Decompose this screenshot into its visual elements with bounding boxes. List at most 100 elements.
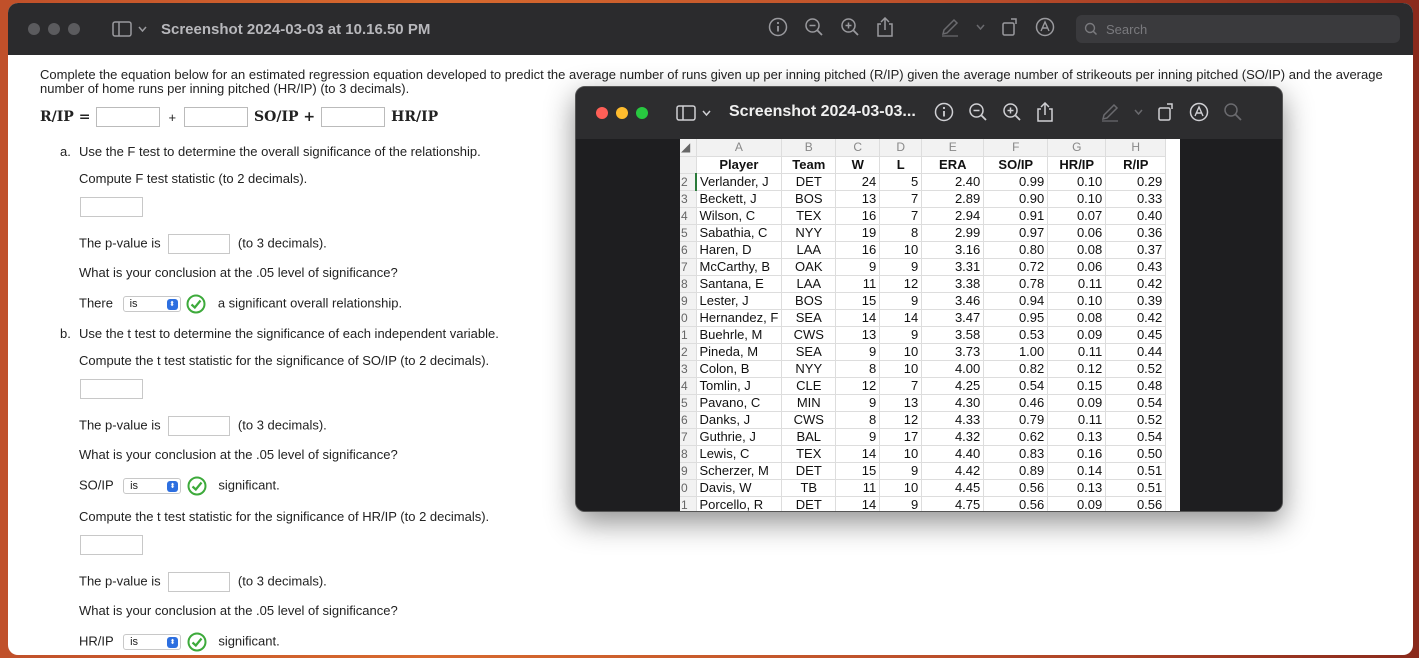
- info-icon[interactable]: [934, 102, 954, 122]
- hr-ip-compute-text: Compute the t test statistic for the sig…: [79, 509, 490, 524]
- table-cell: 9: [835, 394, 881, 412]
- overall-is-select[interactable]: is ⬍: [122, 296, 181, 312]
- so-ip-compute-text: Compute the t test statistic for the sig…: [79, 353, 490, 368]
- so-ip-coefficient-input[interactable]: [184, 107, 249, 127]
- search-input[interactable]: [1106, 21, 1386, 37]
- row-number: 1: [680, 326, 697, 344]
- table-cell: 0.54: [1105, 428, 1167, 446]
- info-icon[interactable]: [768, 17, 788, 37]
- table-cell: 0.40: [1105, 207, 1167, 225]
- toolbar: [768, 17, 1055, 37]
- significant-text: significant.: [218, 633, 280, 649]
- there-label: There: [79, 295, 113, 311]
- significant-text: significant.: [218, 477, 280, 493]
- pvalue-suffix: (to 3 decimals).: [237, 235, 327, 251]
- table-cell: 9: [879, 258, 923, 276]
- hr-ip-t-statistic-input[interactable]: [80, 535, 143, 555]
- conclusion-question: What is your conclusion at the .05 level…: [79, 265, 398, 280]
- pvalue-suffix: (to 3 decimals).: [237, 573, 327, 589]
- so-ip-t-statistic-input[interactable]: [80, 379, 143, 399]
- column-header: R/IP: [1105, 156, 1167, 174]
- column-header: ERA: [921, 156, 985, 174]
- table-cell: LAA: [781, 275, 837, 293]
- close-button[interactable]: [28, 23, 40, 35]
- zoom-out-icon[interactable]: [804, 17, 824, 37]
- zoom-button[interactable]: [68, 23, 80, 35]
- markup-pen-icon[interactable]: [1100, 102, 1120, 122]
- row-number: 7: [680, 428, 697, 446]
- row-number: 4: [680, 207, 697, 225]
- hr-ip-coefficient-input[interactable]: [321, 107, 386, 127]
- so-ip-pvalue-input[interactable]: [168, 416, 231, 436]
- chevron-down-icon[interactable]: [1134, 109, 1143, 115]
- hr-ip-is-select[interactable]: is ⬍: [123, 634, 182, 650]
- table-cell: 0.44: [1105, 343, 1167, 361]
- table-cell: 15: [835, 292, 881, 310]
- floating-preview-window[interactable]: Screenshot 2024-03-03... ◢ A B C D E F G…: [575, 86, 1283, 512]
- column-letter: G: [1047, 139, 1107, 157]
- zoom-in-icon[interactable]: [840, 17, 860, 37]
- sidebar-toggle-button[interactable]: [112, 21, 147, 37]
- table-cell: 0.80: [983, 241, 1049, 259]
- markup-pen-icon[interactable]: [940, 17, 960, 37]
- minimize-button[interactable]: [48, 23, 60, 35]
- chevron-down-icon: [702, 110, 711, 116]
- table-cell: 9: [835, 428, 881, 446]
- table-cell: 4.30: [921, 394, 985, 412]
- intercept-input[interactable]: [96, 107, 161, 127]
- hr-ip-pvalue-input[interactable]: [168, 572, 231, 592]
- hr-ip-conclusion-row: HR/IP is ⬍ significant.: [79, 632, 280, 652]
- so-ip-is-select[interactable]: is ⬍: [123, 478, 182, 494]
- f-statistic-input[interactable]: [80, 197, 143, 217]
- zoom-in-icon[interactable]: [1002, 102, 1022, 122]
- share-icon[interactable]: [1036, 102, 1054, 122]
- share-icon[interactable]: [876, 17, 894, 37]
- table-cell: 0.12: [1047, 360, 1107, 378]
- minimize-button[interactable]: [616, 107, 628, 119]
- table-cell: CWS: [781, 326, 837, 344]
- select-value: is: [129, 298, 138, 310]
- f-pvalue-input[interactable]: [168, 234, 231, 254]
- preview-image-area: ◢ A B C D E F G H Player Team W L ERA SO…: [576, 139, 1282, 511]
- rotate-icon[interactable]: [1001, 17, 1019, 37]
- main-titlebar: Screenshot 2024-03-03 at 10.16.50 PM: [8, 3, 1413, 55]
- table-cell: 3.47: [921, 309, 985, 327]
- rotate-icon[interactable]: [1157, 102, 1175, 122]
- table-cell: 0.11: [1047, 411, 1107, 429]
- chevron-down-icon[interactable]: [976, 24, 985, 30]
- markup-icon[interactable]: [1189, 102, 1209, 122]
- zoom-out-icon[interactable]: [968, 102, 988, 122]
- search-icon[interactable]: [1223, 102, 1243, 122]
- markup-icon[interactable]: [1035, 17, 1055, 37]
- table-cell: 0.51: [1105, 462, 1167, 480]
- table-cell: 8: [879, 224, 923, 242]
- table-cell: 0.89: [983, 462, 1049, 480]
- table-cell: DET: [781, 173, 837, 191]
- table-cell: 10: [879, 445, 923, 463]
- check-icon: [187, 632, 207, 652]
- search-field[interactable]: [1076, 15, 1400, 43]
- preview-title: Screenshot 2024-03-03...: [729, 103, 916, 120]
- row-number: 6: [680, 411, 697, 429]
- table-row: 9 Scherzer, M DET 15 9 4.42 0.89 0.14 0.51: [680, 462, 1167, 480]
- zoom-button[interactable]: [636, 107, 648, 119]
- table-cell: 2.94: [921, 207, 985, 225]
- table-row: 9 Lester, J BOS 15 9 3.46 0.94 0.10 0.39: [680, 292, 1167, 310]
- table-cell: 0.43: [1105, 258, 1167, 276]
- close-button[interactable]: [596, 107, 608, 119]
- table-row: 2 Verlander, J DET 24 5 2.40 0.99 0.10 0.29: [680, 173, 1167, 191]
- table-cell: 0.09: [1047, 394, 1107, 412]
- sidebar-toggle-button[interactable]: [676, 105, 711, 121]
- table-cell: 9: [879, 326, 923, 344]
- table-cell: 13: [835, 326, 881, 344]
- part-a-compute: Compute F test statistic (to 2 decimals)…: [79, 171, 308, 186]
- pvalue-prefix: The p-value is: [79, 235, 161, 251]
- window-title: Screenshot 2024-03-03 at 10.16.50 PM: [161, 20, 431, 38]
- table-cell: SEA: [781, 343, 837, 361]
- column-letter: B: [781, 139, 837, 157]
- table-cell: 0.82: [983, 360, 1049, 378]
- table-cell: 0.90: [983, 190, 1049, 208]
- table-cell: 0.56: [1105, 496, 1167, 511]
- conclusion-question: What is your conclusion at the .05 level…: [79, 447, 398, 462]
- table-cell: 0.95: [983, 309, 1049, 327]
